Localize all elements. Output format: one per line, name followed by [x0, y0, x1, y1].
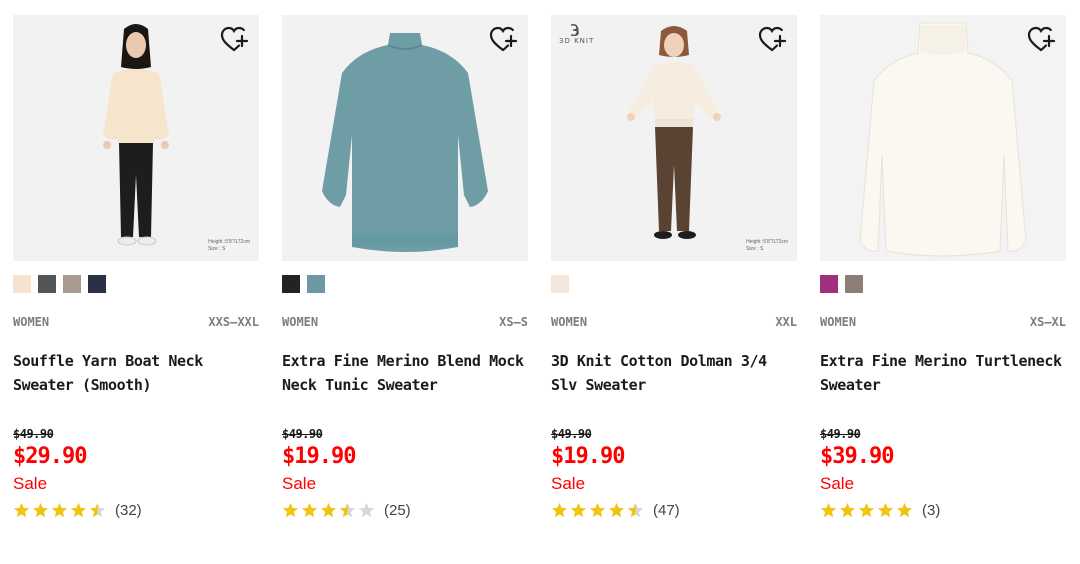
product-image[interactable] — [282, 15, 528, 261]
star-full-icon — [589, 502, 606, 517]
sale-label: Sale — [282, 474, 317, 493]
product-card[interactable]: 3D KNIT Height :5'8"/172cm Size : S WOME… — [551, 15, 797, 520]
product-name[interactable]: Extra Fine Merino Turtleneck Sweater — [820, 349, 1066, 405]
star-full-icon — [570, 502, 587, 517]
rating[interactable]: (47) — [551, 500, 797, 520]
add-to-wishlist-heart-icon[interactable] — [1027, 26, 1057, 54]
color-swatch[interactable] — [551, 275, 569, 293]
sale-label: Sale — [820, 474, 855, 493]
sale-price: $19.90 — [282, 444, 356, 469]
product-name[interactable]: Souffle Yarn Boat Neck Sweater (Smooth) — [13, 349, 259, 405]
star-full-icon — [282, 502, 299, 517]
review-count: (32) — [115, 501, 142, 519]
color-swatch[interactable] — [63, 275, 81, 293]
product-card[interactable]: WOMEN XS–XL Extra Fine Merino Turtleneck… — [820, 15, 1066, 520]
size-range: XXS–XXL — [208, 315, 259, 329]
product-meta: WOMEN XS–XL — [820, 315, 1066, 331]
sale-price: $19.90 — [551, 444, 625, 469]
category-label: WOMEN — [282, 315, 319, 329]
add-to-wishlist-heart-icon[interactable] — [489, 26, 519, 54]
color-swatch[interactable] — [845, 275, 863, 293]
color-swatch[interactable] — [13, 275, 31, 293]
star-rating — [13, 502, 106, 519]
rating[interactable]: (3) — [820, 500, 1066, 520]
product-meta: WOMEN XS–S — [282, 315, 528, 331]
star-half-icon — [339, 502, 356, 517]
star-full-icon — [877, 502, 894, 517]
sale-price: $39.90 — [820, 444, 894, 469]
color-swatch[interactable] — [38, 275, 56, 293]
size-range: XXL — [775, 315, 797, 329]
category-label: WOMEN — [13, 315, 50, 329]
color-swatches — [820, 275, 1066, 293]
sale-label: Sale — [13, 474, 48, 493]
model-info: Height :5'8"/172cm Size : S — [208, 239, 250, 253]
star-full-icon — [32, 502, 49, 517]
star-full-icon — [13, 502, 30, 517]
model-height: Height :5'8"/172cm — [208, 239, 250, 245]
product-image[interactable]: 3D KNIT Height :5'8"/172cm Size : S — [551, 15, 797, 261]
product-name[interactable]: Extra Fine Merino Blend Mock Neck Tunic … — [282, 349, 528, 405]
star-full-icon — [608, 502, 625, 517]
model-size: Size : S — [208, 246, 226, 252]
add-to-wishlist-heart-icon[interactable] — [220, 26, 250, 54]
star-rating — [282, 502, 375, 519]
model-height: Height :5'8"/172cm — [746, 239, 788, 245]
original-price: $49.90 — [282, 427, 323, 441]
star-full-icon — [301, 502, 318, 517]
rating[interactable]: (25) — [282, 500, 528, 520]
review-count: (25) — [384, 501, 411, 519]
product-meta: WOMEN XXL — [551, 315, 797, 331]
color-swatch[interactable] — [820, 275, 838, 293]
category-label: WOMEN — [551, 315, 588, 329]
size-range: XS–XL — [1029, 315, 1066, 329]
product-card[interactable]: Height :5'8"/172cm Size : S WOMEN XXS–XX… — [13, 15, 259, 520]
3d-knit-label: 3D KNIT — [559, 37, 595, 45]
model-size: Size : S — [746, 246, 764, 252]
sale-price: $29.90 — [13, 444, 87, 469]
color-swatch[interactable] — [88, 275, 106, 293]
star-rating — [820, 502, 913, 519]
product-card[interactable]: WOMEN XS–S Extra Fine Merino Blend Mock … — [282, 15, 528, 520]
star-full-icon — [320, 502, 337, 517]
product-meta: WOMEN XXS–XXL — [13, 315, 259, 331]
size-range: XS–S — [499, 315, 528, 329]
original-price: $49.90 — [820, 427, 861, 441]
star-full-icon — [858, 502, 875, 517]
star-full-icon — [51, 502, 68, 517]
original-price: $49.90 — [13, 427, 54, 441]
rating[interactable]: (32) — [13, 500, 259, 520]
color-swatch[interactable] — [307, 275, 325, 293]
category-label: WOMEN — [820, 315, 857, 329]
color-swatches — [551, 275, 797, 293]
model-info: Height :5'8"/172cm Size : S — [746, 239, 788, 253]
color-swatch[interactable] — [282, 275, 300, 293]
review-count: (47) — [653, 501, 680, 519]
review-count: (3) — [922, 501, 941, 519]
add-to-wishlist-heart-icon[interactable] — [758, 26, 788, 54]
star-full-icon — [551, 502, 568, 517]
3d-knit-icon — [570, 24, 579, 36]
3d-knit-badge: 3D KNIT — [559, 23, 603, 53]
star-full-icon — [820, 502, 837, 517]
star-half-icon — [627, 502, 644, 517]
original-price: $49.90 — [551, 427, 592, 441]
star-empty-icon — [358, 502, 375, 517]
product-image[interactable] — [820, 15, 1066, 261]
color-swatches — [13, 275, 259, 293]
color-swatches — [282, 275, 528, 293]
star-rating — [551, 502, 644, 519]
product-name[interactable]: 3D Knit Cotton Dolman 3/4 Slv Sweater — [551, 349, 797, 405]
product-image[interactable]: Height :5'8"/172cm Size : S — [13, 15, 259, 261]
star-full-icon — [70, 502, 87, 517]
star-full-icon — [896, 502, 913, 517]
star-full-icon — [839, 502, 856, 517]
sale-label: Sale — [551, 474, 586, 493]
star-half-icon — [89, 502, 106, 517]
product-grid: Height :5'8"/172cm Size : S WOMEN XXS–XX… — [13, 15, 1066, 520]
